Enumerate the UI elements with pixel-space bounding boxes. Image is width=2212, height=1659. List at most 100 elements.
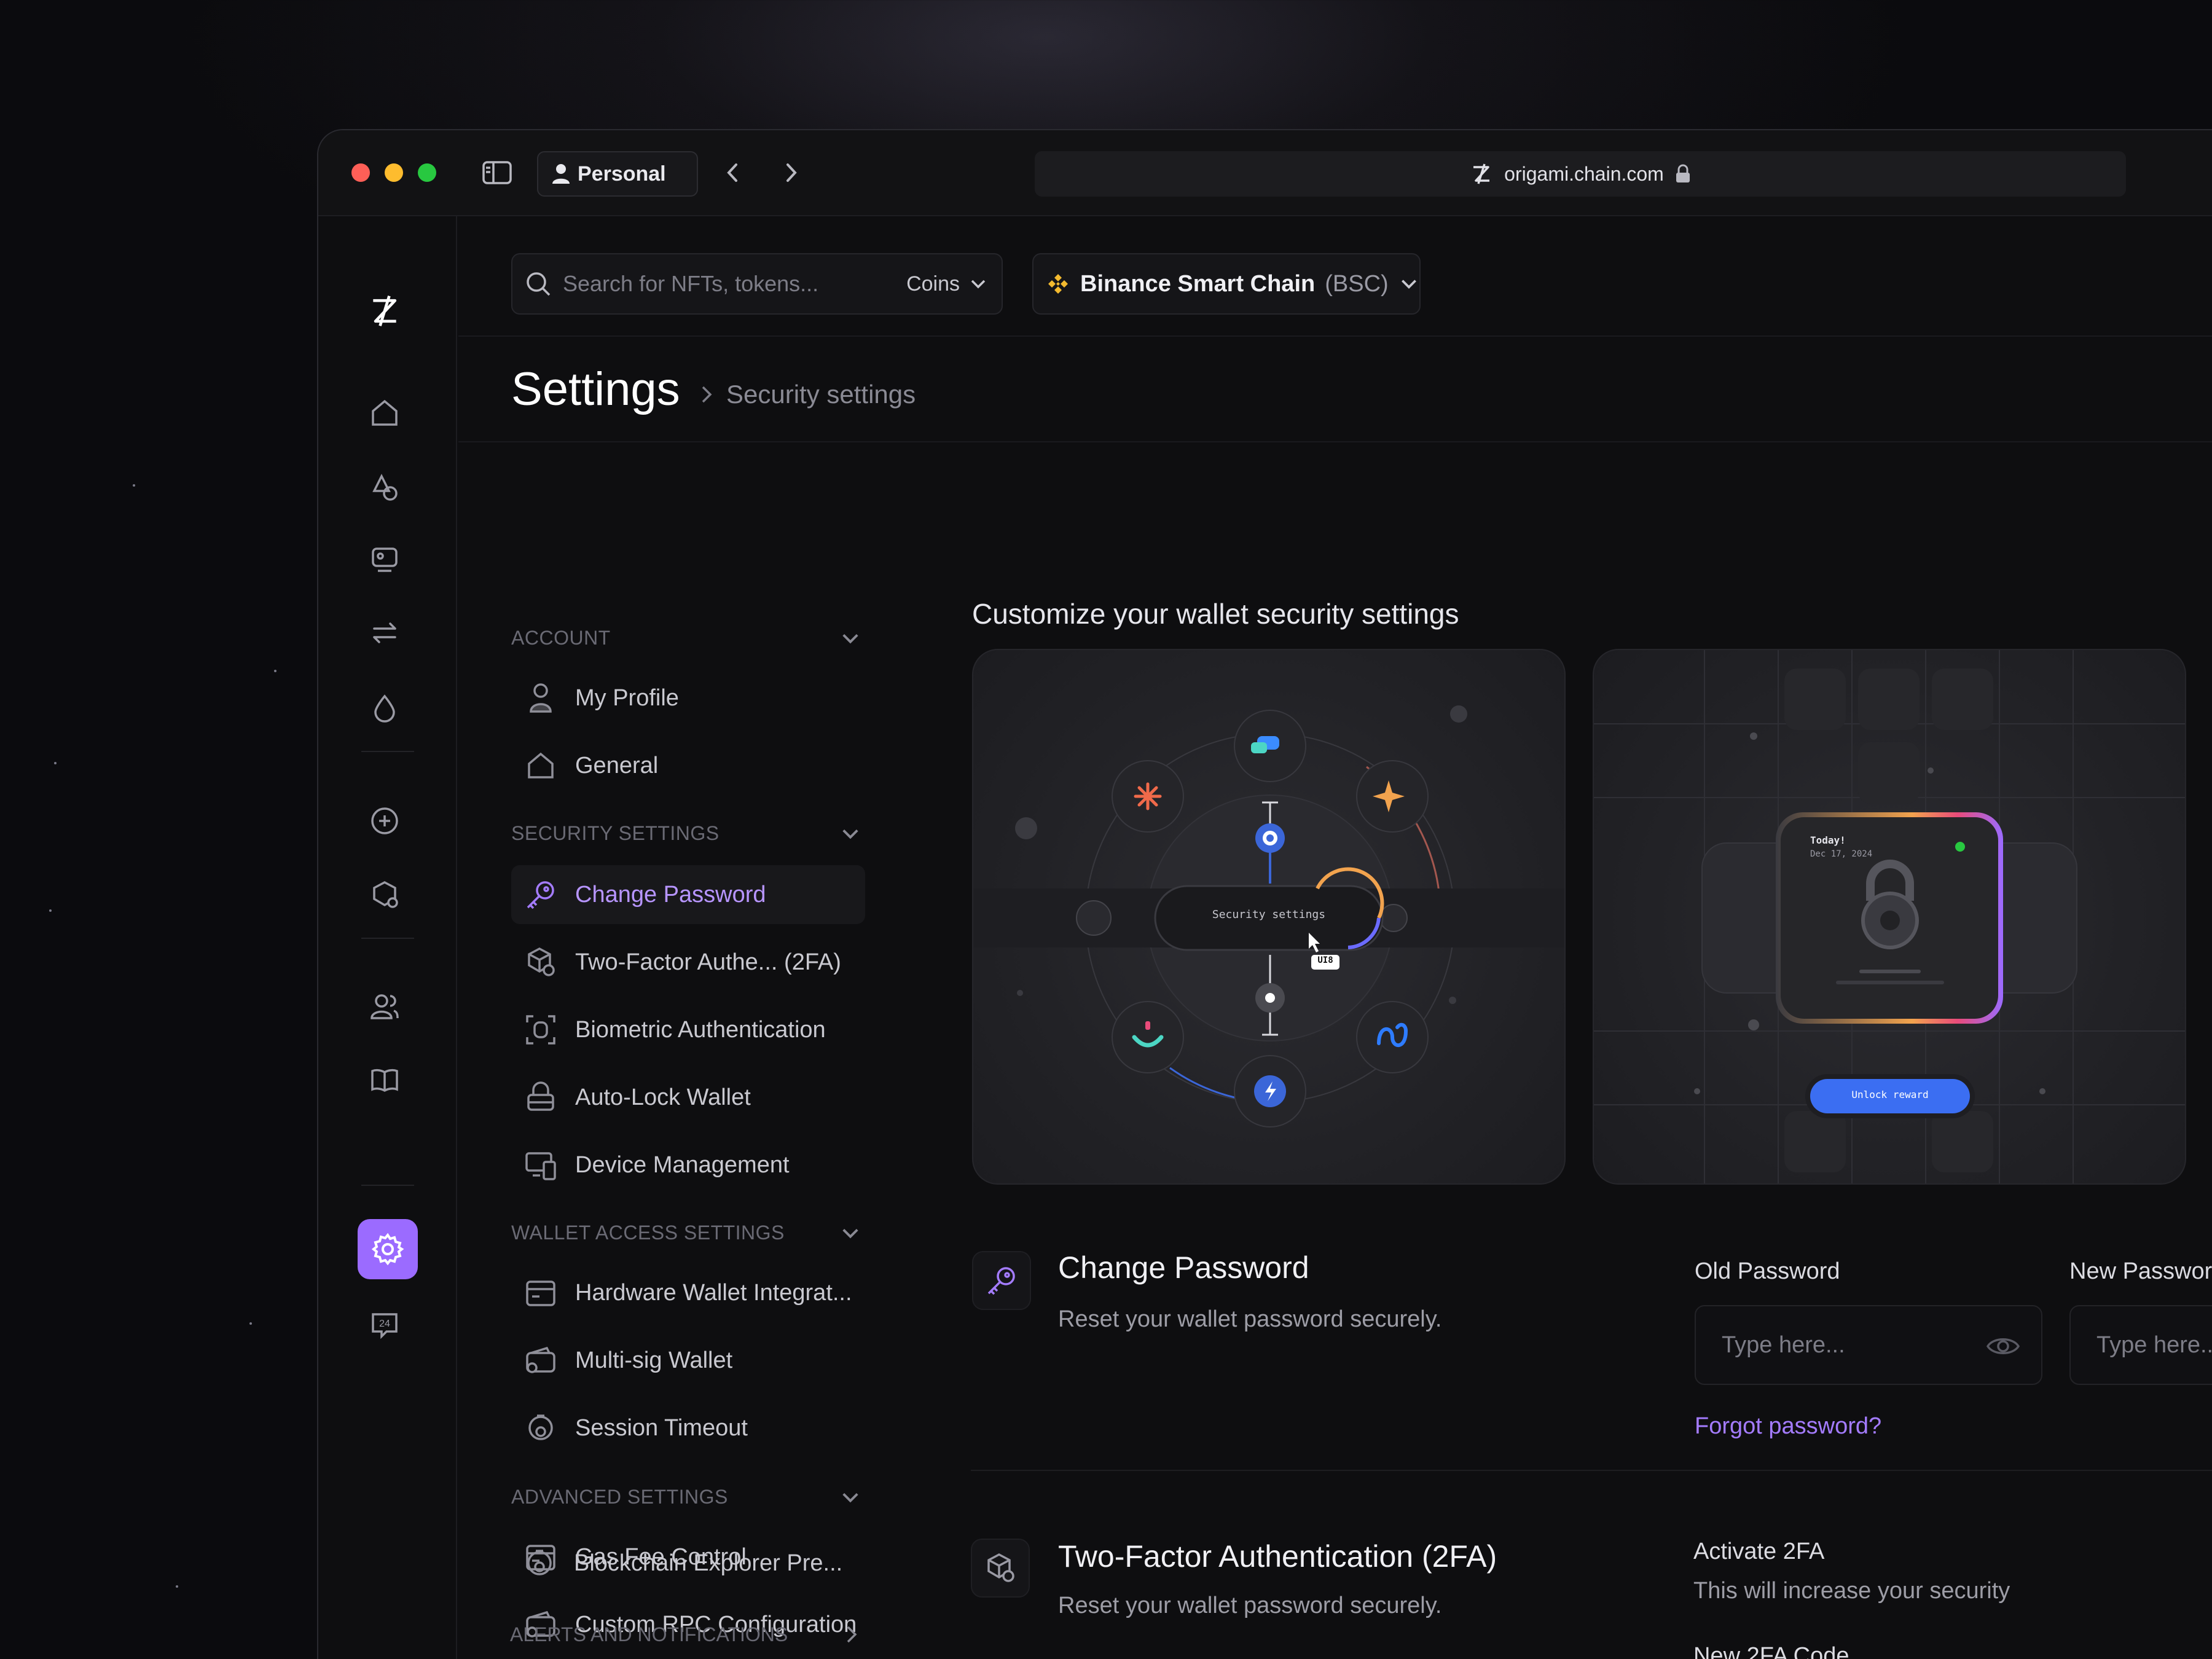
cube-settings-icon[interactable] — [367, 877, 402, 912]
explorer-lock-icon — [522, 1546, 557, 1580]
face-id-icon — [524, 1013, 558, 1047]
nav-item-hardware-wallet[interactable]: Hardware Wallet Integrat... — [511, 1263, 865, 1322]
reward-illustration-card: Today! Dec 17, 2024 Unlock reward — [1593, 649, 2186, 1185]
search-filter-dropdown[interactable]: Coins — [906, 272, 988, 296]
change-password-title: Change Password — [1058, 1250, 1309, 1285]
search-input[interactable] — [563, 271, 882, 297]
chain-selector-dropdown[interactable]: Binance Smart Chain (BSC) — [1032, 253, 1421, 315]
lock-icon — [1676, 164, 1690, 182]
nav-item-label: Session Timeout — [575, 1414, 748, 1441]
date-label: Dec 17, 2024 — [1810, 849, 1873, 859]
new-2fa-code-label: New 2FA Code — [1693, 1643, 1849, 1659]
forgot-password-link[interactable]: Forgot password? — [1695, 1413, 1881, 1440]
nav-item-multisig[interactable]: Multi-sig Wallet — [511, 1331, 865, 1390]
close-window-button[interactable] — [351, 163, 370, 182]
app-topbar: Coins Binance Smart Chain (BSC) — [458, 216, 2212, 337]
sidebar-toggle-icon[interactable] — [482, 159, 512, 187]
old-password-input[interactable] — [1722, 1332, 1967, 1359]
nav-item-change-password[interactable]: Change Password — [511, 865, 865, 924]
section-header-security[interactable]: SECURITY SETTINGS — [511, 822, 861, 845]
forward-arrow-icon[interactable] — [779, 159, 810, 187]
change-password-subtitle: Reset your wallet password securely. — [1058, 1306, 1442, 1332]
chevron-down-icon — [842, 1228, 858, 1238]
section-header-advanced[interactable]: ADVANCED SETTINGS — [511, 1486, 861, 1508]
key-icon — [987, 1267, 1015, 1295]
page-title: Settings — [511, 363, 680, 415]
rail-divider — [361, 751, 414, 752]
section-title: Customize your wallet security settings — [972, 598, 1459, 630]
eye-icon[interactable] — [1986, 1331, 2020, 1362]
breadcrumb[interactable]: Security settings — [726, 380, 916, 409]
new-password-field[interactable] — [2069, 1305, 2212, 1385]
chevron-down-icon — [1401, 280, 1416, 289]
devices-icon — [524, 1148, 558, 1182]
gear-icon — [371, 1233, 404, 1266]
section-heading: ALERTS AND NOTIFICATIONS — [510, 1623, 788, 1645]
section-header-account[interactable]: ACCOUNT — [511, 627, 861, 649]
home-icon[interactable] — [367, 396, 402, 430]
profile-switcher-button[interactable]: Personal — [537, 151, 698, 197]
section-header-alerts[interactable]: ALERTS AND NOTIFICATIONS — [510, 1622, 860, 1647]
old-password-field[interactable] — [1695, 1305, 2042, 1385]
nav-item-label: Hardware Wallet Integrat... — [575, 1279, 852, 1306]
twofa-subtitle: Reset your wallet password securely. — [1058, 1593, 1442, 1618]
main-content: Customize your wallet security settings — [972, 444, 2212, 1659]
activate-2fa-title[interactable]: Activate 2FA — [1693, 1539, 1824, 1565]
nav-item-device-management[interactable]: Device Management — [511, 1135, 865, 1194]
user-icon — [524, 681, 558, 715]
new-password-label: New Password — [2069, 1258, 2212, 1284]
nav-item-auto-lock[interactable]: Auto-Lock Wallet — [511, 1068, 865, 1127]
unlock-reward-button[interactable]: Unlock reward — [1810, 1089, 1970, 1100]
book-icon[interactable] — [367, 1063, 402, 1097]
back-arrow-icon[interactable] — [720, 159, 751, 187]
person-icon — [552, 164, 570, 184]
chevron-down-icon — [842, 1492, 858, 1502]
bnb-icon — [1048, 274, 1068, 294]
nav-item-general[interactable]: General — [511, 736, 865, 795]
nft-gallery-icon[interactable] — [367, 542, 402, 576]
home-icon — [524, 748, 558, 783]
shapes-icon[interactable] — [367, 469, 402, 504]
search-box[interactable]: Coins — [511, 253, 1003, 315]
nav-item-label: Device Management — [575, 1151, 790, 1178]
twofa-title: Two-Factor Authentication (2FA) — [1058, 1539, 1497, 1574]
chain-name: Binance Smart Chain — [1080, 270, 1316, 297]
maximize-window-button[interactable] — [418, 163, 436, 182]
users-icon[interactable] — [367, 989, 402, 1024]
app-logo-icon[interactable] — [367, 294, 402, 328]
new-password-input[interactable] — [2096, 1332, 2212, 1359]
nav-item-label: My Profile — [575, 684, 679, 711]
section-header-wallet-access[interactable]: WALLET ACCESS SETTINGS — [511, 1222, 861, 1244]
nav-item-two-factor[interactable]: Two-Factor Authe... (2FA) — [511, 933, 865, 992]
nav-item-label: Two-Factor Authe... (2FA) — [575, 949, 841, 975]
app-rail: 24 — [318, 216, 457, 1659]
chevron-down-icon — [971, 280, 986, 289]
nav-item-label: Biometric Authentication — [575, 1016, 826, 1043]
nav-item-label: Multi-sig Wallet — [575, 1347, 733, 1373]
section-heading: ACCOUNT — [511, 627, 611, 649]
address-bar[interactable]: origami.chain.com — [1035, 151, 2126, 197]
add-circle-icon[interactable] — [367, 804, 402, 838]
support-24-icon[interactable]: 24 — [367, 1308, 402, 1342]
chevron-right-icon — [847, 1626, 857, 1643]
search-icon — [527, 272, 551, 296]
settings-gear-button[interactable] — [358, 1219, 418, 1279]
activate-2fa-subtitle: This will increase your security — [1693, 1578, 2010, 1604]
nav-item-my-profile[interactable]: My Profile — [511, 669, 865, 728]
chevron-down-icon — [842, 633, 858, 643]
browser-window: Personal origami.chain.com 24 Search for… — [317, 129, 2212, 1659]
nav-item-biometric[interactable]: Biometric Authentication — [511, 1000, 865, 1059]
minimize-window-button[interactable] — [385, 163, 403, 182]
svg-text:24: 24 — [379, 1319, 390, 1329]
nav-item-blockchain-explorer[interactable]: Blockchain Explorer Pre... — [510, 1534, 864, 1593]
rail-divider — [361, 1185, 414, 1186]
content-divider — [971, 1470, 2212, 1471]
cube-shield-icon — [524, 945, 558, 979]
nav-item-label: Auto-Lock Wallet — [575, 1084, 751, 1110]
settings-nav: ACCOUNT My Profile General SECURITY SETT… — [458, 444, 925, 1659]
liquidity-drop-icon[interactable] — [367, 691, 402, 725]
ui8-badge: UI8 — [1317, 955, 1333, 965]
swap-icon[interactable] — [367, 616, 402, 650]
page-header: Settings Security settings — [458, 338, 2212, 442]
nav-item-session-timeout[interactable]: Session Timeout — [511, 1398, 865, 1457]
